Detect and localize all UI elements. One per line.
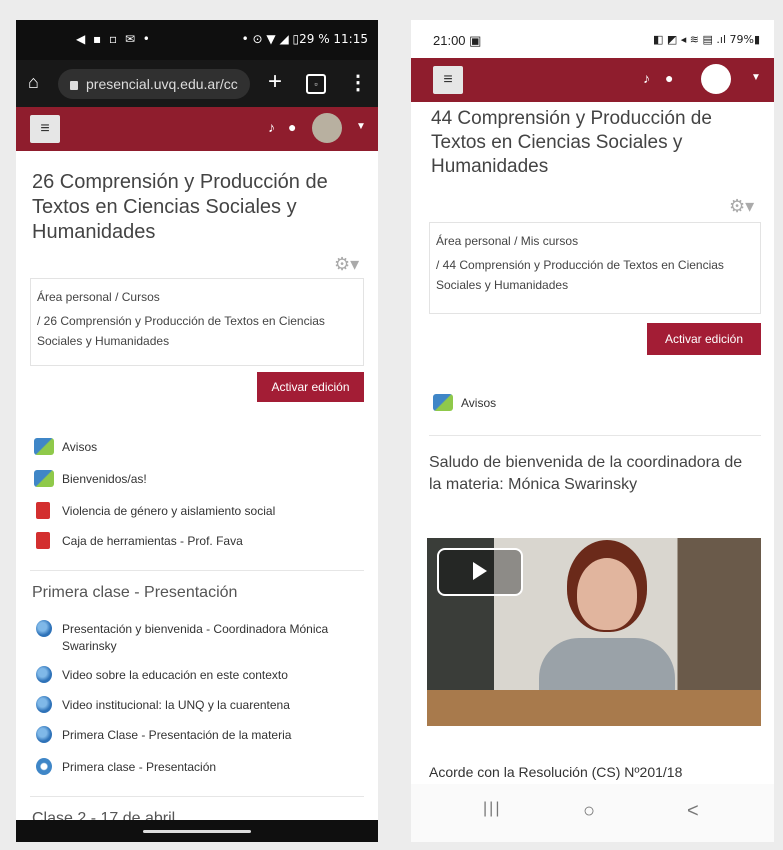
activity-label[interactable]: Bienvenidos/as! [62,471,147,488]
pdf-icon [36,502,50,519]
status-bar: ◀ ▪ ▫ ✉ • • ⊙ ▼ ◢ ▯29 % 11:15 [16,20,378,60]
right-phone-screen: 21:00 ▣ ◧ ◩ ◂ ≋ ▤ .ıl 79%▮ ≡ ♪ ● ▼ 44 Co… [411,20,774,842]
activity-label[interactable]: Video institucional: la UNQ y la cuarent… [62,697,290,714]
status-right: • ⊙ ▼ ◢ ▯29 % 11:15 [241,32,368,46]
welcome-heading: Saludo de bienvenida de la coordinadora … [429,454,743,493]
breadcrumb-current[interactable]: / 44 Comprensión y Producción de Textos … [436,255,754,295]
left-phone-screen: ◀ ▪ ▫ ✉ • • ⊙ ▼ ◢ ▯29 % 11:15 ⌂ presenci… [16,20,378,842]
activity-item[interactable]: Bienvenidos/as! [34,470,354,488]
url-field[interactable]: presencial.uvq.edu.ar/cc [58,69,250,99]
gesture-bar [16,820,378,842]
url-icon [36,696,52,713]
page-title: 44 Comprensión y Producción de Textos en… [431,108,712,177]
activity-label[interactable]: Violencia de género y aislamiento social [62,503,275,520]
activity-label[interactable]: Presentación y bienvenida - Coordinadora… [62,621,328,655]
bell-icon[interactable]: ♪ [643,70,650,86]
activity-label[interactable]: Primera Clase - Presentación de la mater… [62,727,291,744]
system-nav-bar: ||| ○ < [411,784,774,842]
url-icon [36,620,52,637]
play-button[interactable] [437,548,523,596]
activity-label-line2: Swarinsky [62,639,117,653]
breadcrumb-courses[interactable]: Cursos [122,290,160,304]
activity-item[interactable]: Video sobre la educación en este context… [34,666,354,684]
page-title: 26 Comprensión y Producción de Textos en… [32,171,328,243]
resolution-text: Acorde con la Resolución (CS) Nº201/18 [429,764,683,780]
activity-item[interactable]: Avisos [34,438,354,456]
hamburger-button[interactable]: ≡ [30,115,60,143]
bell-icon[interactable]: ♪ [268,119,275,135]
activity-item[interactable]: Primera Clase - Presentación de la mater… [34,726,354,744]
video-player[interactable] [427,538,761,726]
activate-edit-button[interactable]: Activar edición [257,372,364,402]
video-person-head [577,558,637,630]
activity-label[interactable]: Avisos [461,395,496,412]
home-icon[interactable]: ⌂ [28,72,39,93]
breadcrumb-current[interactable]: / 26 Comprensión y Producción de Textos … [37,311,357,351]
activity-item[interactable]: Video institucional: la UNQ y la cuarent… [34,696,354,714]
breadcrumb-courses[interactable]: Mis cursos [521,234,578,248]
breadcrumb: Área personal / Cursos / 26 Comprensión … [30,278,364,366]
tabs-icon[interactable]: ▫ [306,74,326,94]
menu-dots-icon[interactable]: ⋮ [348,70,368,95]
divider [30,570,364,571]
hamburger-button[interactable]: ≡ [433,66,463,94]
back-icon[interactable]: < [687,800,699,823]
chat-icon[interactable]: ● [665,70,673,86]
breadcrumb-sep: / [514,234,518,248]
divider [30,796,364,797]
activity-item[interactable]: Violencia de género y aislamiento social [34,502,354,520]
divider [429,435,761,436]
site-navbar: ≡ ♪ ● ▼ [16,107,378,151]
section-title: Primera clase - Presentación [32,584,238,601]
page-icon [36,758,52,775]
activity-item[interactable]: Caja de herramientas - Prof. Fava [34,532,354,550]
gear-icon[interactable]: ⚙▾ [334,254,359,275]
lock-icon [70,81,78,90]
forum-icon [34,470,54,487]
gear-icon[interactable]: ⚙▾ [729,196,754,217]
breadcrumb: Área personal / Mis cursos / 44 Comprens… [429,222,761,314]
activate-edit-button[interactable]: Activar edición [647,323,761,355]
activity-label[interactable]: Avisos [62,439,97,456]
status-time: 21:00 ▣ [433,33,482,48]
status-left-icons: ◀ ▪ ▫ ✉ • [76,32,152,46]
forum-icon [34,438,54,455]
browser-toolbar: ⌂ presencial.uvq.edu.ar/cc + ▫ ⋮ [16,60,378,107]
video-desk [427,690,761,726]
activity-label[interactable]: Caja de herramientas - Prof. Fava [62,533,243,550]
breadcrumb-home[interactable]: Área personal [436,234,511,248]
breadcrumb-sep: / [115,290,119,304]
home-indicator[interactable] [143,830,251,833]
chevron-down-icon[interactable]: ▼ [356,121,366,132]
home-button-icon[interactable]: ○ [583,800,595,823]
url-text: presencial.uvq.edu.ar/cc [86,76,238,92]
activity-item[interactable]: Avisos [433,394,633,412]
activity-label-line1: Presentación y bienvenida - Coordinadora… [62,622,329,636]
activity-item[interactable]: Presentación y bienvenida - Coordinadora… [34,620,354,654]
forum-icon [433,394,453,411]
activity-item[interactable]: Primera clase - Presentación [34,758,354,776]
pdf-icon [36,532,50,549]
avatar[interactable] [701,64,731,94]
chat-icon[interactable]: ● [288,119,296,135]
status-bar: 21:00 ▣ ◧ ◩ ◂ ≋ ▤ .ıl 79%▮ [411,20,774,58]
recent-apps-icon[interactable]: ||| [483,800,501,818]
status-right: ◧ ◩ ◂ ≋ ▤ .ıl 79%▮ [652,33,760,46]
activity-label[interactable]: Video sobre la educación en este context… [62,667,288,684]
new-tab-icon[interactable]: + [268,68,282,96]
site-navbar: ≡ ♪ ● ▼ [411,58,774,102]
breadcrumb-home[interactable]: Área personal [37,290,112,304]
chevron-down-icon[interactable]: ▼ [751,72,761,83]
activity-label[interactable]: Primera clase - Presentación [62,759,216,776]
url-icon [36,666,52,683]
avatar[interactable] [312,113,342,143]
url-icon [36,726,52,743]
